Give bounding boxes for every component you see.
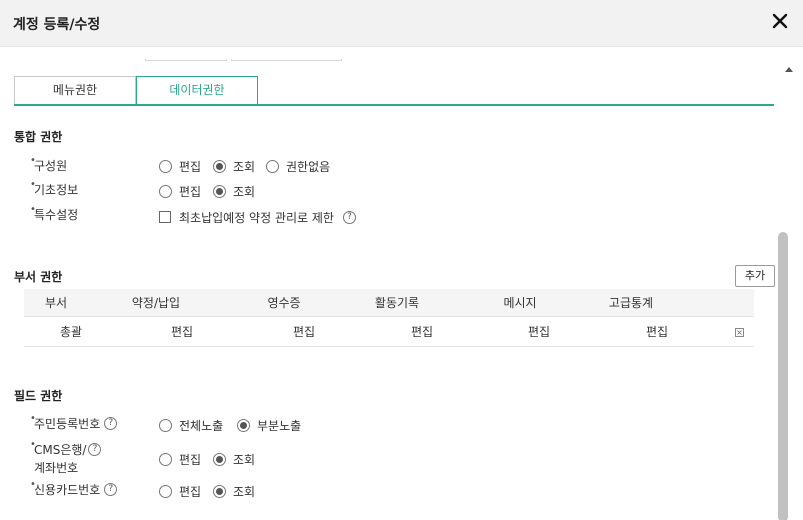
table-cell: 총괄 bbox=[59, 325, 83, 339]
special-setting-label: • 특수설정 bbox=[30, 204, 79, 222]
credit-card-label: • 신용카드번호 ? bbox=[30, 479, 118, 498]
resident-number-label: • 주민등록번호 ? bbox=[30, 413, 118, 432]
table-cell: 편집 bbox=[527, 325, 551, 339]
column-header: 부서 bbox=[44, 296, 68, 310]
help-icon[interactable]: ? bbox=[88, 443, 102, 456]
integrated-permission-title: 통합 권한 bbox=[14, 130, 63, 144]
hidden-input-edge bbox=[231, 59, 342, 61]
help-icon[interactable]: ? bbox=[104, 417, 118, 430]
resident-partial-radio[interactable]: 부분노출 bbox=[237, 417, 301, 433]
table-header: 부서 약정/납입 영수증 활동기록 메시지 고급통계 bbox=[24, 289, 754, 317]
column-header: 영수증 bbox=[267, 296, 301, 310]
basic-info-label: • 기초정보 bbox=[30, 179, 79, 197]
card-view-radio[interactable]: 조회 bbox=[213, 483, 255, 499]
account-dialog: 계정 등록/수정 메뉴권한 데이터권한 통합 권한 • 구성원 편집 조회 권한없… bbox=[0, 0, 803, 520]
cms-view-radio[interactable]: 조회 bbox=[213, 451, 255, 467]
department-permission-title: 부서 권한 bbox=[14, 270, 63, 284]
column-header: 메시지 bbox=[503, 296, 537, 310]
help-icon[interactable]: ? bbox=[342, 210, 356, 224]
basic-info-view-radio[interactable]: 조회 bbox=[213, 183, 255, 199]
column-header: 약정/납입 bbox=[131, 296, 181, 310]
column-header: 고급통계 bbox=[608, 296, 654, 310]
dialog-titlebar: 계정 등록/수정 bbox=[0, 0, 803, 47]
tab-data-permission[interactable]: 데이터권한 bbox=[136, 76, 258, 104]
table-row: 총괄 편집 편집 편집 편집 편집 × bbox=[24, 317, 754, 347]
close-icon[interactable] bbox=[771, 12, 789, 30]
hidden-input-edge bbox=[145, 59, 227, 61]
basic-info-edit-radio[interactable]: 편집 bbox=[159, 183, 201, 199]
table-cell: 편집 bbox=[292, 325, 316, 339]
table-cell: 편집 bbox=[410, 325, 434, 339]
table-cell: 편집 bbox=[645, 325, 669, 339]
department-table: 부서 약정/납입 영수증 활동기록 메시지 고급통계 총괄 편집 편집 편집 편… bbox=[24, 289, 754, 347]
vertical-scrollbar[interactable] bbox=[778, 47, 803, 520]
column-header: 활동기록 bbox=[374, 296, 420, 310]
member-label: • 구성원 bbox=[30, 155, 68, 173]
member-view-radio[interactable]: 조회 bbox=[213, 158, 255, 174]
member-edit-radio[interactable]: 편집 bbox=[159, 158, 201, 174]
dialog-title: 계정 등록/수정 bbox=[13, 17, 101, 33]
cms-edit-radio[interactable]: 편집 bbox=[159, 451, 201, 467]
tab-menu-permission[interactable]: 메뉴권한 bbox=[14, 76, 136, 104]
add-department-button[interactable]: 추가 bbox=[735, 265, 775, 287]
table-cell: 편집 bbox=[170, 325, 194, 339]
cms-bank-label: • CMS은행/ ? 계좌번호 bbox=[30, 439, 102, 476]
permission-tabs: 메뉴권한 데이터권한 bbox=[14, 76, 774, 106]
scroll-thumb[interactable] bbox=[778, 232, 788, 520]
member-none-radio[interactable]: 권한없음 bbox=[266, 158, 330, 174]
scroll-up-arrow-icon[interactable] bbox=[785, 67, 793, 72]
dialog-content: 메뉴권한 데이터권한 통합 권한 • 구성원 편집 조회 권한없음 • 기초정보 편… bbox=[0, 47, 778, 520]
special-setting-checkbox[interactable]: 최초납입예정 약정 관리로 제한 ? bbox=[159, 209, 356, 225]
field-permission-title: 필드 권한 bbox=[14, 389, 63, 403]
resident-full-radio[interactable]: 전체노출 bbox=[159, 417, 223, 433]
card-edit-radio[interactable]: 편집 bbox=[159, 483, 201, 499]
delete-row-icon[interactable]: × bbox=[735, 328, 744, 337]
help-icon[interactable]: ? bbox=[104, 483, 118, 496]
